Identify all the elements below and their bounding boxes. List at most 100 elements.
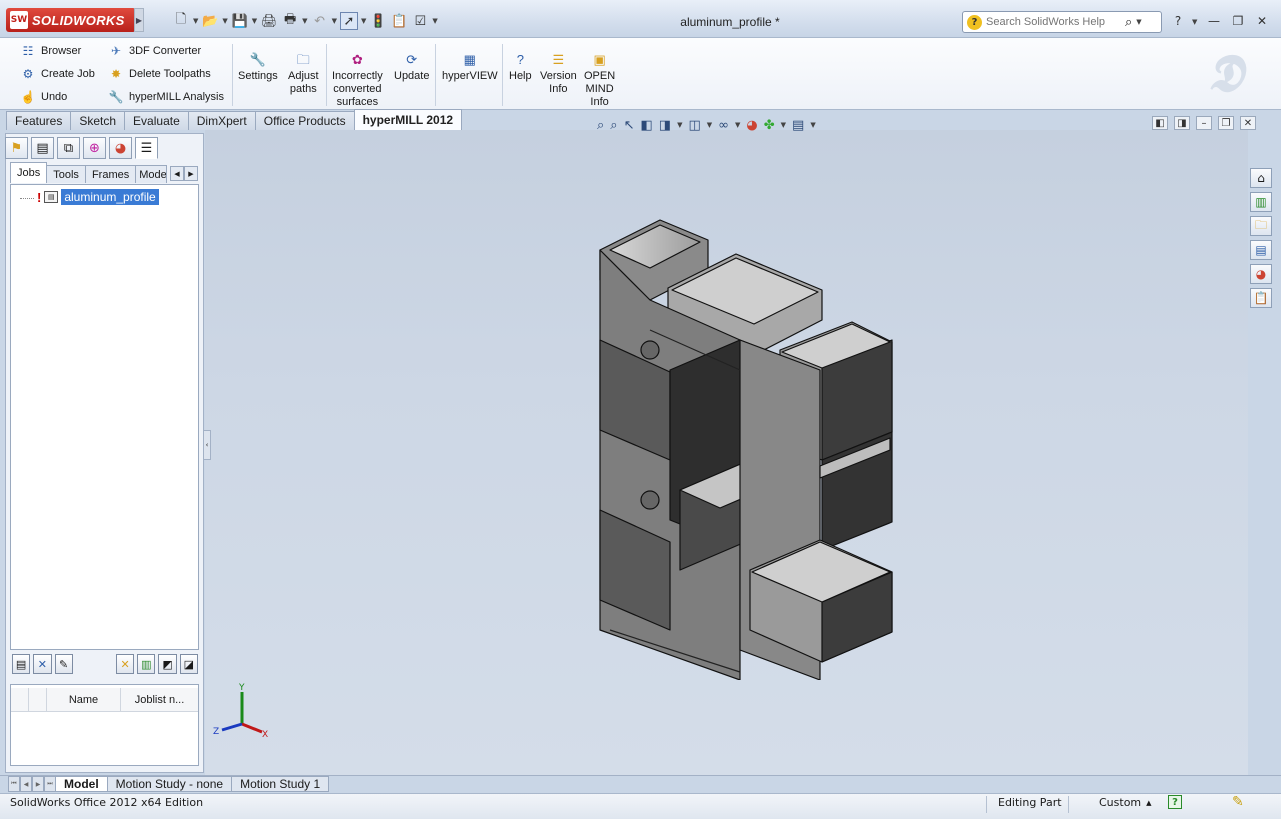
first-tab-icon[interactable]: ⏮ [8, 776, 20, 792]
help-menu-dropdown-icon[interactable]: ▼ [1192, 18, 1197, 26]
tab-office-products[interactable]: Office Products [254, 111, 355, 130]
design-library-icon[interactable]: ▥ [1250, 192, 1272, 212]
save-icon[interactable]: 💾 [231, 12, 249, 30]
display-style-dropdown-icon[interactable]: ▼ [707, 121, 712, 129]
new-dropdown-icon[interactable]: ▼ [193, 17, 198, 25]
help-search-box[interactable]: ? ⌕ ▼ [962, 11, 1162, 33]
display-style-icon[interactable]: ◫ [688, 118, 700, 133]
hypermill-browser-tab-icon[interactable]: ☰ [135, 137, 158, 159]
tab-model[interactable]: Model [56, 776, 108, 792]
hyperview-button[interactable]: ▦ hyperVIEW [442, 50, 498, 83]
create-job-button[interactable]: ⚙ Create Job [20, 64, 95, 84]
custom-properties-icon[interactable]: 📋 [1250, 288, 1272, 308]
edit-icon[interactable]: ✎ [54, 654, 73, 674]
joblist-column-joblist[interactable]: Joblist n... [121, 688, 198, 711]
view-palette-icon[interactable]: ▤ [1250, 240, 1272, 260]
view-settings-icon[interactable]: ▤ [792, 118, 804, 133]
tab-motion-study-1[interactable]: Motion Study 1 [232, 776, 330, 792]
tab-hypermill-2012[interactable]: hyperMILL 2012 [353, 109, 463, 130]
help-button[interactable]: ? Help [509, 50, 532, 83]
view-orientation-dropdown-icon[interactable]: ▼ [677, 121, 682, 129]
tile-right-icon[interactable]: ◨ [1174, 116, 1190, 130]
rebuild-traffic-light-icon[interactable]: 🚦 [369, 12, 387, 30]
open-mind-info-button[interactable]: ▣ OPEN MIND Info [584, 50, 615, 109]
3df-converter-button[interactable]: ✈ 3DF Converter [108, 41, 201, 61]
hypermill-analysis-button[interactable]: 🔧 hyperMILL Analysis [108, 87, 224, 107]
scene-dropdown-icon[interactable]: ▼ [781, 121, 786, 129]
prev-tab-icon[interactable]: ◀ [20, 776, 32, 792]
print-dropdown-icon[interactable]: ▼ [302, 17, 307, 25]
file-properties-icon[interactable]: 📋 [390, 12, 408, 30]
undo-dropdown-icon[interactable]: ▼ [332, 17, 337, 25]
post-process-icon[interactable]: ◪ [179, 654, 198, 674]
update-button[interactable]: ⟳ Update [394, 50, 429, 83]
select-dropdown-icon[interactable]: ▼ [361, 17, 366, 25]
open-folder-icon[interactable]: 📂 [201, 12, 219, 30]
menu-expand-arrow-icon[interactable]: ▶ [134, 8, 144, 32]
search-icon[interactable]: ⌕ [1125, 15, 1132, 30]
help-search-input[interactable] [986, 16, 1121, 28]
incorrectly-converted-surfaces-button[interactable]: ✿ Incorrectly converted surfaces [332, 50, 383, 109]
tab-sketch[interactable]: Sketch [70, 111, 126, 130]
simulate-icon[interactable]: ▥ [137, 654, 156, 674]
solidworks-menu-button[interactable]: SW SOLIDWORKS [6, 8, 136, 32]
scroll-right-icon[interactable]: ▶ [184, 166, 198, 181]
units-selector[interactable]: Custom ▲ [1099, 796, 1152, 809]
undo-button[interactable]: ☝ Undo [20, 87, 68, 107]
hide-show-dropdown-icon[interactable]: ▼ [735, 121, 740, 129]
restore-window-icon[interactable]: ❐ [1228, 12, 1248, 30]
tab-tools[interactable]: Tools [46, 165, 86, 183]
save-dropdown-icon[interactable]: ▼ [252, 17, 257, 25]
help-menu-icon[interactable]: ? [1168, 12, 1188, 30]
calculate-icon[interactable]: ✕ [115, 654, 135, 674]
job-tree[interactable] [10, 184, 199, 650]
file-explorer-icon[interactable]: 🗀 [1250, 216, 1272, 236]
new-document-icon[interactable]: 🗋 [172, 12, 190, 30]
viewport-restore-icon[interactable]: ❐ [1218, 116, 1234, 130]
zoom-to-fit-icon[interactable]: ⌕ [597, 118, 604, 133]
zoom-to-area-icon[interactable]: ⌕ [610, 118, 617, 133]
settings-button[interactable]: 🔧 Settings [238, 50, 278, 83]
tab-features[interactable]: Features [6, 111, 72, 130]
aluminum-profile-model[interactable] [590, 210, 900, 680]
delete-icon[interactable]: ✕ [33, 654, 52, 674]
adjust-paths-button[interactable]: 🗀 Adjust paths [288, 50, 319, 96]
tab-dimxpert[interactable]: DimXpert [187, 111, 256, 130]
display-manager-tab-icon[interactable]: ◕ [109, 137, 132, 159]
verify-icon[interactable]: ◩ [158, 654, 177, 674]
delete-toolpaths-button[interactable]: ✸ Delete Toolpaths [108, 64, 211, 84]
rebuild-status-icon[interactable]: ✎ [1232, 794, 1244, 810]
previous-view-icon[interactable]: ↖ [624, 118, 635, 133]
scroll-left-icon[interactable]: ◀ [170, 166, 184, 181]
search-dropdown-icon[interactable]: ▼ [1136, 18, 1141, 26]
property-manager-tab-icon[interactable]: ▤ [31, 137, 54, 159]
tab-motion-study-none[interactable]: Motion Study - none [107, 776, 233, 792]
quick-tips-help-icon[interactable]: ? [1168, 795, 1182, 809]
options-icon[interactable]: ☑ [411, 12, 429, 30]
tab-models[interactable]: Mode [135, 165, 168, 183]
select-pointer-icon[interactable]: ➚ [339, 12, 358, 30]
hide-show-items-icon[interactable]: ∞ [718, 118, 729, 133]
viewport-close-icon[interactable]: ✕ [1240, 116, 1256, 130]
print-icon[interactable]: 🖶 [281, 12, 299, 30]
close-window-icon[interactable]: ✕ [1252, 12, 1272, 30]
options-dropdown-icon[interactable]: ▼ [432, 17, 437, 25]
undo-icon[interactable]: ↶ [311, 12, 329, 30]
next-tab-icon[interactable]: ▶ [32, 776, 44, 792]
panel-splitter[interactable]: ‹ [203, 430, 211, 460]
tree-item-label[interactable]: aluminum_profile [61, 189, 159, 205]
home-icon[interactable]: ⌂ [1250, 168, 1272, 188]
browser-button[interactable]: ☷ Browser [20, 41, 82, 61]
tree-item-aluminum-profile[interactable]: ! ▤ aluminum_profile [20, 189, 159, 205]
appearances-icon[interactable]: ◕ [1250, 264, 1272, 284]
feature-manager-tab-icon[interactable]: ⚑ [5, 137, 28, 159]
last-tab-icon[interactable]: ⏭ [44, 776, 56, 792]
dimxpert-manager-tab-icon[interactable]: ⊕ [83, 137, 106, 159]
open-dropdown-icon[interactable]: ▼ [222, 17, 227, 25]
edit-appearance-icon[interactable]: ◕ [746, 118, 757, 133]
minimize-window-icon[interactable]: — [1204, 12, 1224, 30]
print-preview-icon[interactable]: 🖨 [260, 12, 278, 30]
view-orientation-icon[interactable]: ◨ [659, 118, 671, 133]
tab-jobs[interactable]: Jobs [10, 162, 48, 183]
new-joblist-icon[interactable]: ▤ [12, 654, 31, 674]
